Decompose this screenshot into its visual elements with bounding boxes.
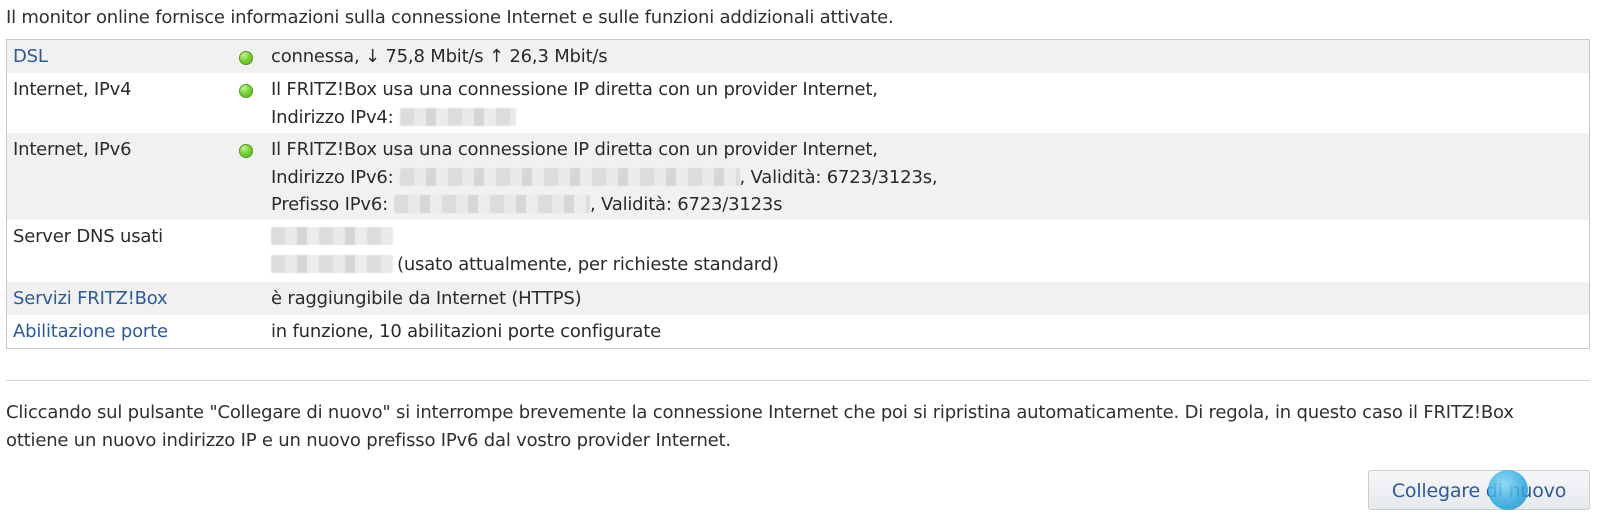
redacted-ipv6-prefix — [393, 195, 590, 213]
table-row-dsl: DSL connessa, ↓ 75,8 Mbit/s ↑ 26,3 Mbit/… — [7, 40, 1589, 73]
services-status-text: è raggiungibile da Internet (HTTPS) — [271, 288, 582, 309]
dns-primary-line — [271, 223, 779, 251]
redacted-ipv6-address — [399, 167, 740, 186]
table-row-ipv4: Internet, IPv4 Il FRITZ!Box usa una conn… — [7, 73, 1589, 133]
ipv4-address-line: Indirizzo IPv4: — [271, 104, 878, 132]
ipv6-address-line: Indirizzo IPv6: , Validità: 6723/3123s, — [271, 164, 938, 192]
divider — [6, 380, 1590, 381]
dns-secondary-line: (usato attualmente, per richieste standa… — [271, 251, 779, 279]
ipv4-address-prefix: Indirizzo IPv4: — [271, 106, 394, 128]
port-forwarding-link[interactable]: Abilitazione porte — [13, 318, 168, 346]
redacted-dns-server-2 — [271, 254, 393, 273]
redacted-ipv4-address — [399, 107, 516, 126]
dns-value: (usato attualmente, per richieste standa… — [271, 223, 779, 278]
table-row-ipv6: Internet, IPv6 Il FRITZ!Box usa una conn… — [7, 133, 1589, 220]
redacted-dns-server-1 — [271, 227, 393, 245]
ipv6-address-prefix: Indirizzo IPv6: — [271, 166, 394, 188]
dns-usage-note: (usato attualmente, per richieste standa… — [397, 253, 779, 275]
status-led-icon — [239, 144, 253, 158]
fritzbox-services-link[interactable]: Servizi FRITZ!Box — [13, 285, 168, 313]
ipv6-label: Internet, IPv6 — [13, 139, 132, 160]
port-forwarding-status-text: in funzione, 10 abilitazioni porte confi… — [271, 321, 661, 342]
intro-text: Il monitor online fornisce informazioni … — [6, 7, 894, 28]
ipv6-prefix-validity: , Validità: 6723/3123s — [589, 194, 783, 215]
dsl-status-text: connessa, ↓ 75,8 Mbit/s ↑ 26,3 Mbit/s — [271, 46, 608, 67]
ipv6-value: Il FRITZ!Box usa una connessione IP dire… — [271, 136, 938, 219]
ipv6-prefix-line: Prefisso IPv6: , Validità: 6723/3123s — [271, 191, 937, 219]
ipv4-value: Il FRITZ!Box usa una connessione IP dire… — [271, 76, 878, 131]
dns-label: Server DNS usati — [13, 226, 163, 247]
ipv4-label: Internet, IPv4 — [13, 79, 132, 100]
ipv4-connection-text: Il FRITZ!Box usa una connessione IP dire… — [271, 79, 878, 100]
ipv6-prefix-label: Prefisso IPv6: — [271, 194, 388, 215]
table-row-services: Servizi FRITZ!Box è raggiungibile da Int… — [7, 282, 1589, 315]
status-led-icon — [239, 51, 253, 65]
reconnect-button[interactable]: Collegare di nuovo — [1368, 470, 1590, 510]
table-row-port-forwarding: Abilitazione porte in funzione, 10 abili… — [7, 315, 1589, 348]
online-monitor-table: DSL connessa, ↓ 75,8 Mbit/s ↑ 26,3 Mbit/… — [6, 39, 1590, 349]
dsl-link[interactable]: DSL — [13, 43, 48, 71]
status-led-icon — [239, 84, 253, 98]
cursor-highlight-icon — [1488, 470, 1528, 510]
ipv6-connection-text: Il FRITZ!Box usa una connessione IP dire… — [271, 139, 878, 160]
ipv6-address-validity: , Validità: 6723/3123s, — [739, 166, 938, 188]
table-row-dns: Server DNS usati (usato attualmente, per… — [7, 220, 1589, 282]
reconnect-info-text: Cliccando sul pulsante "Collegare di nuo… — [6, 402, 1514, 451]
